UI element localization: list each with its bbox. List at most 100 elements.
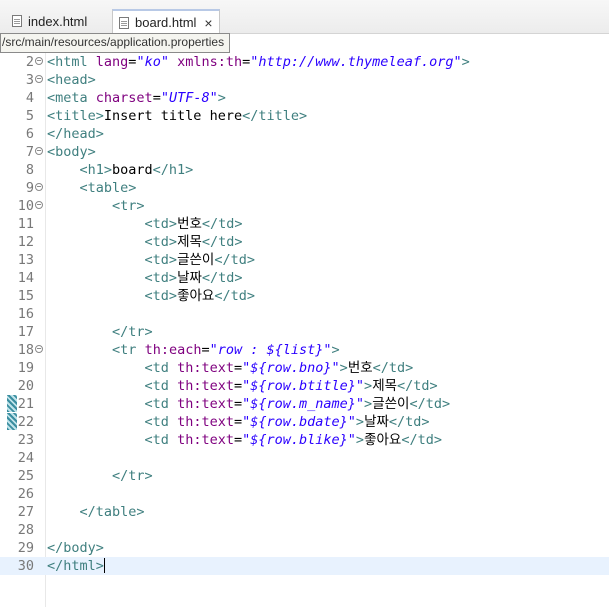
code-line[interactable]: 27 </table> (0, 503, 609, 521)
code-line[interactable]: 6 </head> (0, 125, 609, 143)
fold-toggle-icon[interactable]: − (35, 147, 43, 155)
line-number: 28 (17, 522, 34, 538)
tag-token: <tr (112, 342, 137, 358)
line-number: 2 (25, 54, 34, 70)
code-line[interactable]: 24 (0, 449, 609, 467)
code-line[interactable]: 26 (0, 485, 609, 503)
code-line[interactable]: 15 <td>좋아요</td> (0, 287, 609, 305)
code-text: <td>제목</td> (47, 233, 243, 251)
code-line[interactable]: 7− <body> (0, 143, 609, 161)
tag-token: <body> (47, 144, 96, 160)
tag-token: > (355, 432, 365, 448)
code-text: </body> (47, 539, 104, 557)
tag-token: <td> (144, 234, 178, 250)
tag-token: > (364, 396, 373, 412)
code-line[interactable]: 12 <td>제목</td> (0, 233, 609, 251)
tag-token: </tr> (112, 468, 153, 484)
code-line[interactable]: 8 <h1>board</h1> (0, 161, 609, 179)
code-line[interactable]: 18− <tr th:each="row : ${list}"> (0, 341, 609, 359)
code-line[interactable]: 16 (0, 305, 609, 323)
fold-toggle-icon[interactable]: − (35, 201, 43, 209)
text-token: 번호 (347, 360, 373, 376)
text-token: 번호 (177, 216, 202, 232)
fold-toggle-icon[interactable]: − (35, 57, 43, 65)
tag-token: </td> (397, 378, 438, 394)
tab-index-html[interactable]: index.html (6, 9, 110, 33)
html-file-icon (12, 15, 22, 27)
line-number: 17 (17, 324, 34, 340)
tag-token: </td> (372, 360, 414, 376)
code-line[interactable]: 25 </tr> (0, 467, 609, 485)
code-line[interactable]: 2− <html lang="ko" xmlns:th="http://www.t… (0, 53, 609, 71)
code-text: <table> (47, 179, 137, 197)
html-file-icon (119, 16, 129, 29)
code-line[interactable]: 4 <meta charset="UTF-8"> (0, 89, 609, 107)
code-text: </html> (47, 557, 105, 575)
value-token: "${row.btitle}" (242, 378, 365, 394)
text-token: = (233, 378, 243, 394)
value-token: "${row.blike}" (242, 432, 356, 448)
code-line[interactable]: 9− <table> (0, 179, 609, 197)
code-text: </head> (47, 125, 104, 143)
code-text: <h1>board</h1> (47, 161, 194, 179)
fold-toggle-icon[interactable]: − (35, 183, 43, 191)
tag-token: </title> (242, 108, 308, 124)
tag-token: <td (144, 360, 169, 376)
fold-toggle-icon[interactable]: − (35, 345, 43, 353)
value-token: "http://www.thymeleaf.org" (250, 54, 462, 70)
line-number: 30 (17, 558, 34, 574)
code-line[interactable]: 29 </body> (0, 539, 609, 557)
code-line[interactable]: 23 <td th:text="${row.blike}">좋아요</td> (0, 431, 609, 449)
code-line[interactable]: 21 <td th:text="${row.m_name}">글쓴이</td> (0, 395, 609, 413)
tag-token: </h1> (152, 162, 194, 178)
close-icon[interactable]: × (204, 16, 212, 30)
line-number: 11 (17, 216, 34, 232)
code-text: <td th:text="${row.blike}">좋아요</td> (47, 431, 442, 449)
code-line[interactable]: 22 <td th:text="${row.bdate}">날짜</td> (0, 413, 609, 431)
tag-token: <title> (47, 108, 104, 124)
attribute-token: th:text (177, 396, 234, 412)
code-line[interactable]: 13 <td>글쓴이</td> (0, 251, 609, 269)
code-line[interactable]: 5 <title>Insert title here</title> (0, 107, 609, 125)
code-text: <td>날짜</td> (47, 269, 243, 287)
code-line[interactable]: 10− <tr> (0, 197, 609, 215)
change-marker-icon (7, 413, 17, 430)
code-text: <td th:text="${row.bno}">번호</td> (47, 359, 414, 377)
change-marker-icon (7, 395, 17, 412)
text-token: 제목 (372, 378, 398, 394)
line-number: 19 (17, 360, 34, 376)
tag-token: <td (144, 396, 169, 412)
code-line[interactable]: 14 <td>날짜</td> (0, 269, 609, 287)
code-line[interactable]: 17 </tr> (0, 323, 609, 341)
code-line[interactable]: 30 </html> (0, 557, 609, 575)
text-token: 날짜 (364, 414, 389, 430)
value-token: "ko" (136, 54, 169, 70)
fold-toggle-icon[interactable]: − (35, 75, 43, 83)
code-line[interactable]: 20 <td th:text="${row.btitle}">제목</td> (0, 377, 609, 395)
tag-token: </td> (214, 288, 255, 304)
code-line[interactable]: 11 <td>번호</td> (0, 215, 609, 233)
code-text: <td th:text="${row.bdate}">날짜</td> (47, 413, 430, 431)
tag-token: </tr> (112, 324, 153, 340)
text-token: 제목 (177, 234, 202, 250)
value-token: "UTF-8" (160, 90, 218, 106)
code-line[interactable]: 28 (0, 521, 609, 539)
attribute-token: xmlns:th (177, 54, 243, 70)
code-line[interactable]: 19 <td th:text="${row.bno}">번호</td> (0, 359, 609, 377)
tag-token: </td> (409, 396, 451, 412)
tab-board-html[interactable]: board.html × (112, 9, 220, 34)
code-text: <td th:text="${row.m_name}">글쓴이</td> (47, 395, 451, 413)
code-line[interactable]: 3− <head> (0, 71, 609, 89)
attribute-token: th:each (144, 342, 202, 358)
attribute-token: th:text (177, 378, 234, 394)
text-token: 글쓴이 (372, 396, 410, 412)
tag-token: <td> (144, 216, 178, 232)
